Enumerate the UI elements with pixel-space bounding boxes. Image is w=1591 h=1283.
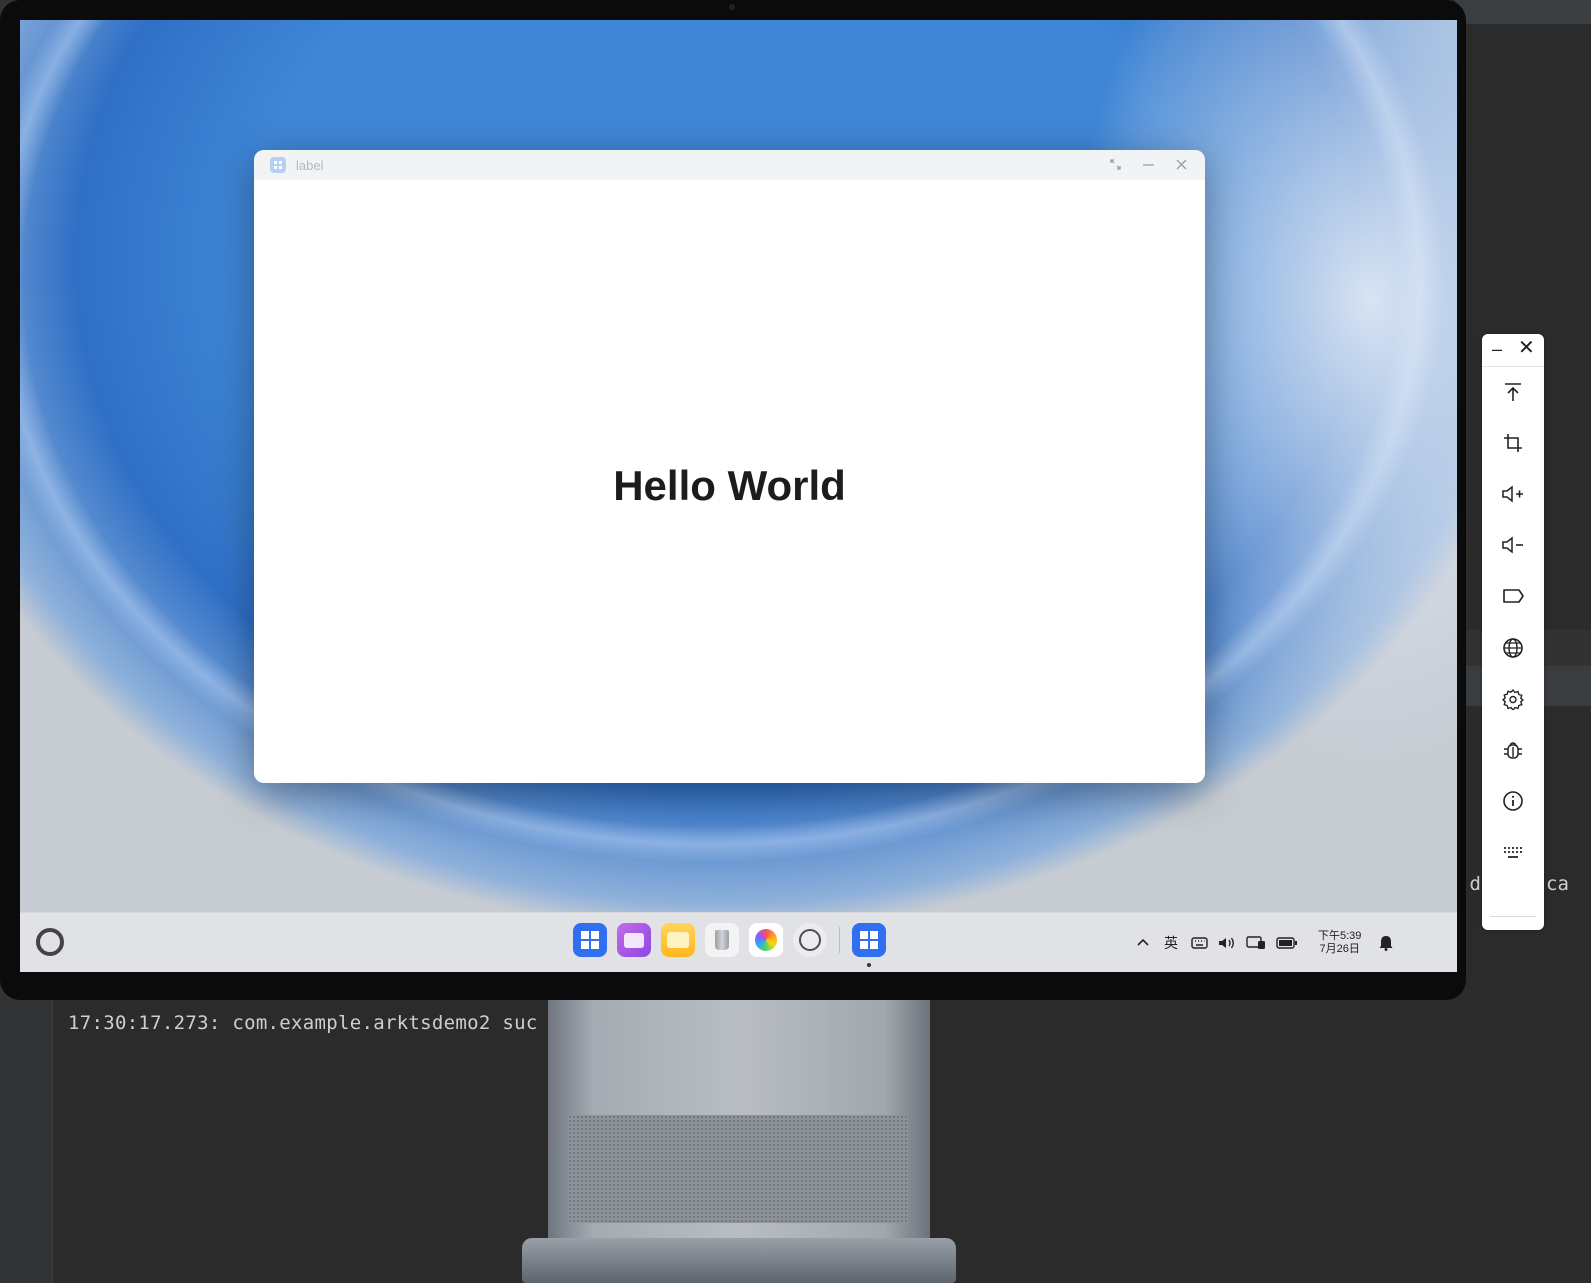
toolbar-header: – ✕: [1482, 334, 1544, 367]
ide-topbar: [1455, 0, 1591, 24]
crop-icon[interactable]: [1499, 429, 1527, 457]
upload-icon[interactable]: [1499, 378, 1527, 406]
power-icon[interactable]: [1499, 582, 1527, 610]
window-title: label: [296, 157, 324, 173]
toolbar-divider: [1490, 916, 1536, 917]
volume-up-icon[interactable]: [1499, 480, 1527, 508]
dock-separator: [839, 927, 840, 953]
notification-bell-icon[interactable]: [1377, 934, 1395, 952]
chevron-up-icon[interactable]: [1134, 934, 1152, 952]
volume-icon[interactable]: [1218, 934, 1236, 952]
speaker-grille: [568, 1115, 908, 1223]
close-icon[interactable]: [1174, 158, 1189, 173]
taskbar: 英 下午5:39 7月26日: [20, 912, 1457, 972]
hello-world-text: Hello World: [613, 462, 846, 509]
keyboard-icon[interactable]: [1190, 934, 1208, 952]
battery-icon[interactable]: [1276, 934, 1298, 952]
app-launcher-icon[interactable]: [573, 923, 607, 957]
restore-icon[interactable]: [1108, 158, 1123, 173]
window-controls: [1108, 150, 1189, 180]
bug-icon[interactable]: [1499, 736, 1527, 764]
camera: [729, 4, 735, 10]
desktop-screen: label Hello World 英 下午5:39 7月26日: [20, 20, 1457, 972]
clock[interactable]: 下午5:39 7月26日: [1318, 930, 1361, 956]
emulator-toolbar: – ✕: [1482, 334, 1544, 930]
volume-down-icon[interactable]: [1499, 531, 1527, 559]
trash-icon[interactable]: [705, 923, 739, 957]
ime-indicator[interactable]: 英: [1162, 934, 1180, 952]
dock: [573, 923, 886, 967]
monitor-bezel: label Hello World 英 下午5:39 7月26日: [0, 0, 1466, 1000]
keyboard-icon[interactable]: [1499, 839, 1527, 867]
multi-window-icon[interactable]: [617, 923, 651, 957]
settings-icon[interactable]: [793, 923, 827, 957]
clock-time: 下午5:39: [1318, 930, 1362, 942]
toolbar-minimize-button[interactable]: –: [1492, 340, 1502, 358]
files-icon[interactable]: [661, 923, 695, 957]
gear-icon[interactable]: [1499, 685, 1527, 713]
info-icon[interactable]: [1499, 787, 1527, 815]
running-app-icon[interactable]: [852, 923, 886, 967]
globe-icon[interactable]: [1499, 634, 1527, 662]
photos-icon[interactable]: [749, 923, 783, 957]
active-indicator: [867, 963, 871, 967]
start-button[interactable]: [36, 928, 64, 956]
display-icon[interactable]: [1246, 934, 1266, 952]
app-grid-icon: [270, 157, 286, 173]
toolbar-close-button[interactable]: ✕: [1518, 338, 1535, 358]
code-fragment: ca: [1546, 873, 1569, 895]
clock-date: 7月26日: [1319, 943, 1360, 955]
console-log-line: 17:30:17.273: com.example.arktsdemo2 suc: [68, 1012, 538, 1034]
window-titlebar[interactable]: label: [254, 150, 1205, 180]
minimize-icon[interactable]: [1141, 158, 1156, 173]
app-window: label Hello World: [254, 150, 1205, 783]
device-base: [522, 1238, 956, 1283]
system-tray: 英 下午5:39 7月26日: [1134, 913, 1395, 972]
